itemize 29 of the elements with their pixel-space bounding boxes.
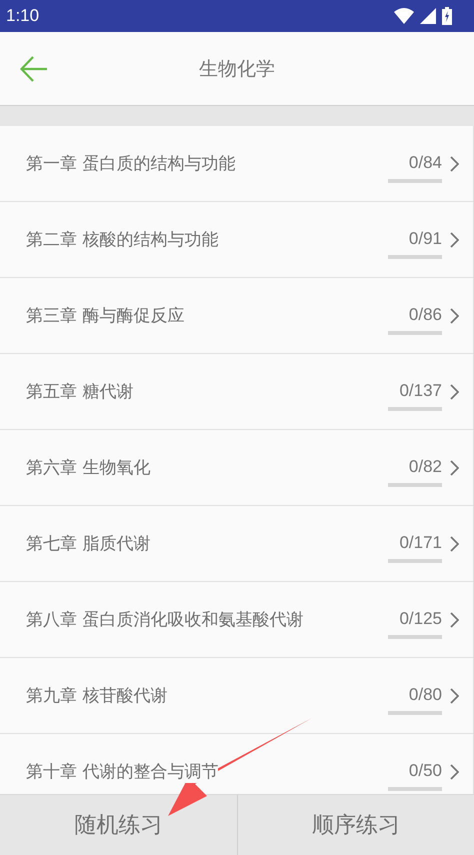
- question-count: 0/50: [408, 760, 442, 780]
- chapter-title: 第二章 核酸的结构与功能: [26, 228, 218, 251]
- chapter-title: 第一章 蛋白质的结构与功能: [26, 152, 236, 175]
- wifi-icon: [394, 8, 414, 24]
- chevron-right-icon: [450, 536, 459, 552]
- question-count: 0/82: [408, 456, 442, 476]
- chevron-right-icon: [450, 460, 459, 476]
- chapter-title: 第十章 代谢的整合与调节: [26, 760, 218, 783]
- battery-icon: [442, 7, 452, 25]
- question-count: 0/171: [399, 532, 442, 552]
- question-count: 0/125: [399, 608, 442, 628]
- back-arrow-icon: [20, 56, 48, 82]
- question-count: 0/91: [408, 228, 442, 248]
- question-count: 0/86: [408, 304, 442, 324]
- question-count: 0/84: [408, 152, 442, 172]
- chevron-right-icon: [450, 764, 459, 780]
- page-title: 生物化学: [199, 56, 275, 82]
- status-time: 1:10: [6, 6, 40, 26]
- chevron-right-icon: [450, 384, 459, 400]
- question-count: 0/137: [399, 380, 442, 400]
- chevron-right-icon: [450, 612, 459, 628]
- chapter-title: 第九章 核苷酸代谢: [26, 684, 168, 707]
- chevron-right-icon: [450, 232, 459, 248]
- chevron-right-icon: [450, 688, 459, 704]
- chevron-right-icon: [450, 308, 459, 324]
- question-count: 0/80: [408, 684, 442, 704]
- chapter-title: 第八章 蛋白质消化吸收和氨基酸代谢: [26, 608, 304, 631]
- signal-icon: [420, 8, 436, 24]
- chevron-right-icon: [450, 156, 459, 172]
